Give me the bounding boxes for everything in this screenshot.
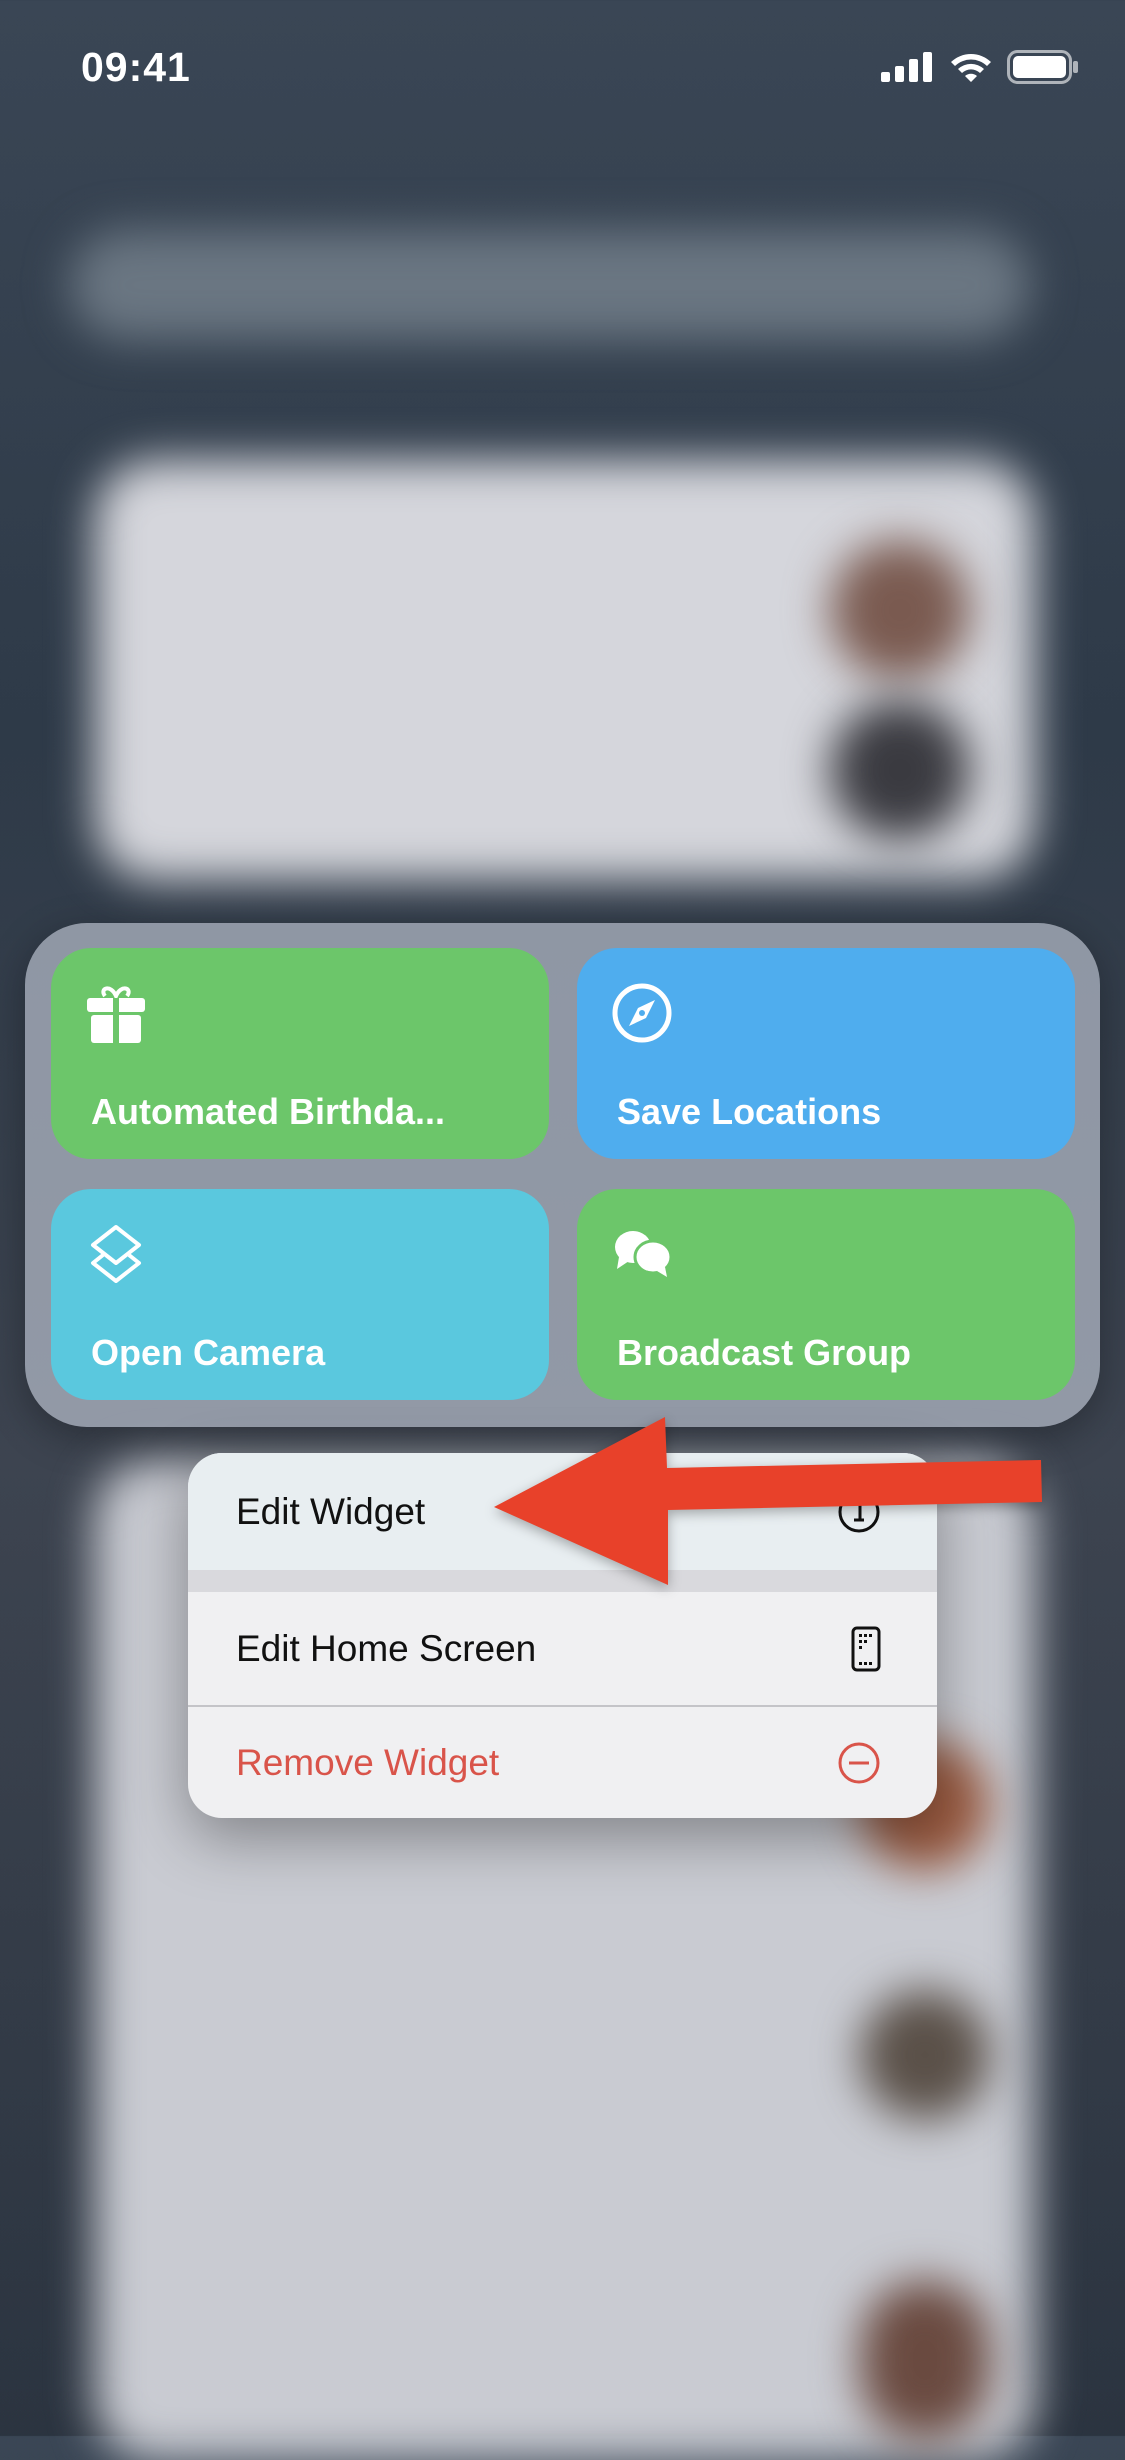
red-arrow-icon bbox=[494, 1417, 1042, 1585]
